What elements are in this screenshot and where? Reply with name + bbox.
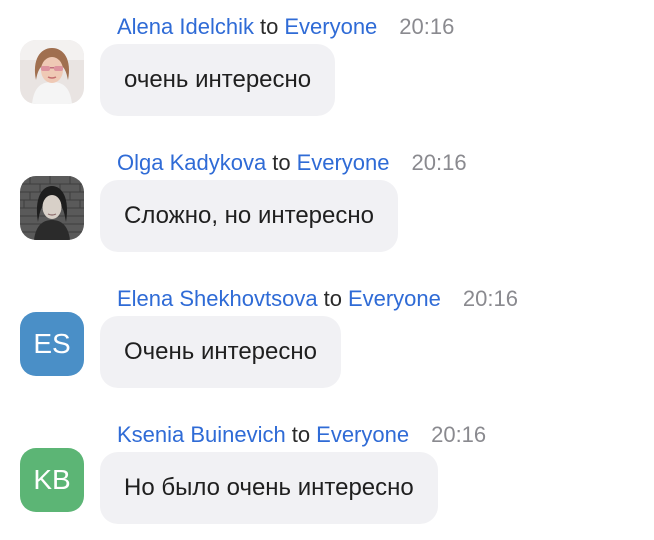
chat-message: KB Ksenia Buinevich to Everyone 20:16 Но… xyxy=(0,408,654,528)
message-timestamp: 20:16 xyxy=(411,150,467,175)
avatar-photo xyxy=(20,40,84,104)
message-header: Alena Idelchik to Everyone 20:16 xyxy=(117,13,454,41)
message-bubble: Очень интересно xyxy=(100,316,341,388)
user-photo-icon xyxy=(20,176,84,240)
avatar-initials-text: ES xyxy=(33,328,71,359)
chat-message: Olga Kadykova to Everyone 20:16 Сложно, … xyxy=(0,136,654,256)
message-header: Ksenia Buinevich to Everyone 20:16 xyxy=(117,421,486,449)
message-bubble: очень интересно xyxy=(100,44,336,116)
message-text: Очень интересно xyxy=(124,338,317,365)
sender-name[interactable]: Elena Shekhovtsova xyxy=(117,285,318,313)
to-label: to xyxy=(323,286,342,311)
recipient-name[interactable]: Everyone xyxy=(316,421,409,449)
avatar-initials: ES xyxy=(20,312,84,376)
avatar-photo xyxy=(20,176,84,240)
message-timestamp: 20:16 xyxy=(399,14,455,39)
to-label: to xyxy=(272,150,291,175)
sender-name[interactable]: Olga Kadykova xyxy=(117,149,266,177)
message-text: Сложно, но интересно xyxy=(124,202,374,229)
message-header: Olga Kadykova to Everyone 20:16 xyxy=(117,149,467,177)
to-label: to xyxy=(259,14,279,39)
avatar-initials-text: KB xyxy=(33,464,71,495)
sender-name[interactable]: Alena Idelchik xyxy=(117,13,254,41)
chat-message: ES Elena Shekhovtsova to Everyone 20:16 … xyxy=(0,272,654,392)
chat-message: Alena Idelchik to Everyone 20:16 очень и… xyxy=(0,0,654,120)
recipient-name[interactable]: Everyone xyxy=(297,149,390,177)
user-photo-icon xyxy=(20,40,84,104)
recipient-name[interactable]: Everyone xyxy=(348,285,441,313)
message-bubble: Но было очень интересно xyxy=(100,452,438,524)
message-text: очень интересно xyxy=(124,66,312,93)
chat-message-list: Alena Idelchik to Everyone 20:16 очень и… xyxy=(0,0,654,540)
avatar-initials: KB xyxy=(20,448,84,512)
sender-name[interactable]: Ksenia Buinevich xyxy=(117,421,286,449)
recipient-name[interactable]: Everyone xyxy=(284,13,377,41)
message-timestamp: 20:16 xyxy=(462,286,518,311)
to-label: to xyxy=(291,422,311,447)
message-text: Но было очень интересно xyxy=(124,474,414,501)
message-bubble: Сложно, но интересно xyxy=(100,180,398,252)
message-timestamp: 20:16 xyxy=(431,422,487,447)
message-header: Elena Shekhovtsova to Everyone 20:16 xyxy=(117,285,518,313)
